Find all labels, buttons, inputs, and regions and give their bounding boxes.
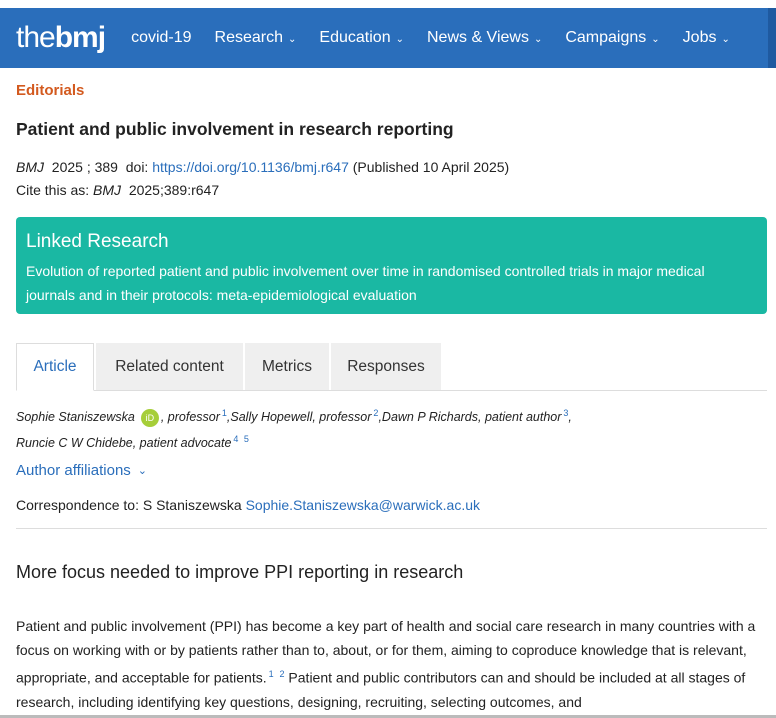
nav-item-label: News & Views (426, 29, 529, 46)
nav-item-covid-19[interactable]: covid-19 (131, 29, 191, 47)
section-label[interactable]: Editorials (16, 82, 84, 99)
nav-item-label: Education (319, 29, 391, 46)
cite-journal: BMJ (93, 182, 122, 198)
nav-item-label: Campaigns (565, 29, 647, 46)
chevron-down-icon: ⌄ (395, 33, 404, 45)
correspondence: Correspondence to: S Staniszewska Sophie… (16, 497, 480, 513)
chevron-down-icon: ⌄ (137, 465, 148, 477)
affil-ref-4[interactable]: 4 (233, 434, 238, 444)
nav-item-news-views[interactable]: News & Views ⌄ (427, 29, 542, 47)
author-2[interactable]: ,Sally Hopewell, professor (227, 410, 372, 424)
author-1-role: , professor (160, 410, 220, 425)
article-tabs: Article Related content Metrics Response… (16, 343, 767, 391)
author-4[interactable]: Runcie C W Chidebe, patient advocate (16, 436, 231, 450)
article-subheading: More focus needed to improve PPI reporti… (16, 562, 464, 582)
cite-label: Cite this as: (16, 182, 90, 198)
tab-responses[interactable]: Responses (331, 343, 441, 390)
author-affiliations-label: Author affiliations (16, 462, 131, 479)
journal-name: BMJ (16, 159, 44, 175)
volume: ; 389 (86, 159, 118, 175)
year: 2025 (51, 159, 83, 175)
tab-article[interactable]: Article (16, 343, 94, 391)
published-date: (Published 10 April 2025) (352, 159, 510, 175)
linked-research-box[interactable]: Linked Research Evolution of reported pa… (16, 217, 767, 314)
orcid-icon[interactable]: iD (140, 408, 159, 427)
tab-related-content[interactable]: Related content (96, 343, 243, 390)
author-1[interactable]: Sophie Staniszewska (16, 410, 135, 424)
nav-item-label: covid-19 (131, 29, 192, 46)
top-strip (0, 0, 776, 8)
logo-the: the (16, 21, 56, 54)
affil-ref-5[interactable]: 5 (244, 434, 249, 444)
chevron-down-icon: ⌄ (651, 33, 660, 45)
article-title: Patient and public involvement in resear… (16, 119, 454, 139)
author-3[interactable]: ,Dawn P Richards, patient author (378, 410, 561, 424)
correspondence-label: Correspondence to: S Staniszewska (16, 497, 242, 513)
nav-scroll-edge (768, 8, 776, 68)
divider (16, 528, 767, 529)
doi-link[interactable]: https://doi.org/10.1136/bmj.r647 (152, 159, 349, 175)
nav-item-education[interactable]: Education ⌄ (319, 29, 404, 47)
correspondence-email[interactable]: Sophie.Staniszewska@warwick.ac.uk (246, 497, 480, 513)
author-affiliations-toggle[interactable]: Author affiliations ⌄ (16, 462, 147, 479)
linked-research-heading: Linked Research (26, 231, 169, 252)
author-list: Sophie Staniszewska iD, professor 1,Sally … (16, 402, 766, 454)
nav-items: covid-19 Research ⌄ Education ⌄ News & Vie… (131, 29, 753, 47)
nav-item-campaigns[interactable]: Campaigns ⌄ (565, 29, 659, 47)
ref-link-1[interactable]: 1 (269, 669, 274, 679)
main-navigation: the bmj covid-19 Research ⌄ Education ⌄ New… (0, 8, 776, 68)
nav-item-label: Research (214, 29, 284, 46)
nav-item-jobs[interactable]: Jobs ⌄ (683, 29, 730, 47)
doi-label: doi: (125, 159, 149, 175)
tab-metrics[interactable]: Metrics (245, 343, 329, 390)
citation-meta: BMJ 2025 ; 389 doi: https://doi.org/10.1… (16, 159, 509, 175)
logo-bmj: bmj (54, 21, 106, 54)
linked-research-text[interactable]: Evolution of reported patient and public… (26, 259, 757, 307)
author-3-trail: , (568, 410, 572, 425)
nav-item-research[interactable]: Research ⌄ (215, 29, 297, 47)
bmj-logo[interactable]: the bmj (16, 21, 106, 55)
nav-item-label: Jobs (682, 29, 717, 46)
chevron-down-icon: ⌄ (721, 33, 730, 45)
chevron-down-icon: ⌄ (288, 33, 297, 45)
cite-ref: 2025;389:r647 (128, 182, 220, 198)
cite-as: Cite this as: BMJ 2025;389:r647 (16, 182, 219, 198)
chevron-down-icon: ⌄ (533, 33, 543, 45)
article-body: Patient and public involvement (PPI) has… (16, 614, 766, 714)
